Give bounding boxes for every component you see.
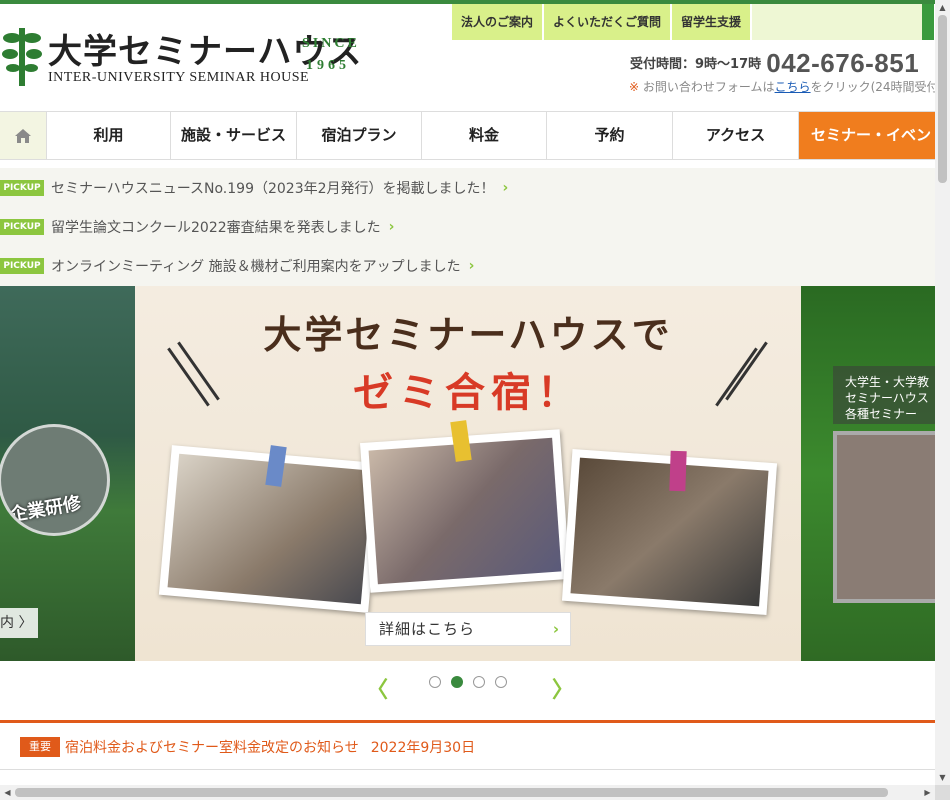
horizontal-scroll-thumb[interactable] [15,788,888,797]
slide-right-line: セミナーハウス [845,391,929,405]
contact-hours: 受付時間：9時〜17時 042-676-851 [630,48,919,79]
site-logo[interactable]: 大学セミナーハウス INTER-UNIVERSITY SEMINAR HOUSE… [0,22,370,92]
important-notice: 重要 宿泊料金およびセミナー室料金改定のお知らせ 2022年9月30日 [0,720,935,770]
tree-logo-icon [2,28,42,86]
contact-prefix: お問い合わせフォームは [642,80,775,94]
nav-facilities[interactable]: 施設・サービス [171,112,297,159]
nav-seminar-events[interactable]: セミナー・イベン [799,112,935,159]
training-photo: 企業研修 [0,424,110,536]
hero-slider: 企業研修 内 〉 大学セミナーハウスで ゼミ合宿！ 詳細はこちら › 大学生・大… [0,286,935,661]
scrollbar-corner [935,785,950,800]
pickup-item[interactable]: PICKUP 留学生論文コンクール2022審査結果を発表しました › [0,207,394,246]
vertical-scrollbar[interactable]: ▲ ▼ [935,0,950,785]
detail-button-label: 詳細はこちら [379,620,476,638]
slider-dot-active[interactable] [451,676,463,688]
pickup-text: セミナーハウスニュースNo.199（2023年2月発行）を掲載しました！ [51,180,495,197]
pickup-text: 留学生論文コンクール2022審査結果を発表しました [51,219,381,236]
pickup-text: オンラインミーティング 施設＆機材ご利用案内をアップしました [51,258,461,275]
top-links: 法人のご案内 よくいただくご質問 留学生支援 [452,4,935,40]
slide-right-line: 各種セミナー [845,407,918,421]
scroll-up-icon[interactable]: ▲ [935,0,950,15]
chevron-right-icon: › [388,218,395,235]
toplink-faq[interactable]: よくいただくご質問 [544,4,671,40]
slide-prev-preview[interactable]: 企業研修 内 〉 [0,286,135,661]
nav-stay-plans[interactable]: 宿泊プラン [297,112,422,159]
slide-right-text: 大学生・大学教 セミナーハウス 各種セミナー [833,366,935,424]
slider-dot[interactable] [429,676,441,688]
slide-headline: 大学セミナーハウスで [263,312,673,357]
pickup-badge: PICKUP [0,257,44,274]
toplink-corporation[interactable]: 法人のご案内 [452,4,543,40]
horizontal-scrollbar[interactable]: ◀ ▶ [0,785,935,800]
toplink-intl-students[interactable]: 留学生支援 [672,4,751,40]
nav-reservation[interactable]: 予約 [547,112,673,159]
slider-dot[interactable] [495,676,507,688]
nav-usage[interactable]: 利用 [47,112,171,159]
pickup-item[interactable]: PICKUP セミナーハウスニュースNo.199（2023年2月発行）を掲載しま… [0,168,508,207]
global-nav: 利用 施設・サービス 宿泊プラン 料金 予約 アクセス セミナー・イベン [0,111,935,160]
scroll-down-icon[interactable]: ▼ [935,770,950,785]
contact-note: ※ お問い合わせフォームはこちらをクリック(24時間受付 [629,78,935,95]
important-badge: 重要 [20,737,60,757]
slide-current[interactable]: 大学セミナーハウスで ゼミ合宿！ 詳細はこちら › [135,286,801,661]
slide-next-preview[interactable]: 大学生・大学教 セミナーハウス 各種セミナー [801,286,935,661]
logo-subtitle: INTER-UNIVERSITY SEMINAR HOUSE [48,70,310,85]
home-icon [15,128,31,143]
hours-label: 受付時間：9時〜17時 [630,57,762,72]
notice-title: 宿泊料金およびセミナー室料金改定のお知らせ [65,740,359,756]
slider-dot[interactable] [473,676,485,688]
phone-number[interactable]: 042-676-851 [766,48,919,78]
tape-decor [669,450,687,492]
notice-date: 2022年9月30日 [370,740,476,756]
contact-suffix: をクリック(24時間受付 [810,80,935,94]
slide-left-caption: 企業研修 [7,492,83,527]
scroll-left-icon[interactable]: ◀ [0,785,15,800]
pickup-badge: PICKUP [0,218,44,235]
logo-since: SINCE [302,36,360,51]
slider-next-arrow[interactable]: 〉 [552,672,574,704]
nav-fees[interactable]: 料金 [422,112,547,159]
chevron-right-icon: › [502,179,509,196]
slide-left-tag[interactable]: 内 〉 [0,608,38,638]
note-mark: ※ [629,80,640,94]
slide-right-line: 大学生・大学教 [845,375,930,389]
vertical-scroll-thumb[interactable] [938,15,947,183]
contact-form-link[interactable]: こちら [775,80,811,94]
slide-headline-accent: ゼミ合宿！ [353,369,583,416]
nav-access[interactable]: アクセス [673,112,799,159]
notice-link[interactable]: 宿泊料金およびセミナー室料金改定のお知らせ 2022年9月30日 [65,737,475,757]
pickup-badge: PICKUP [0,179,44,196]
pickup-item[interactable]: PICKUP オンラインミーティング 施設＆機材ご利用案内をアップしました › [0,246,474,285]
slider-prev-arrow[interactable]: 〈 [366,672,388,704]
chevron-right-icon: › [468,257,475,274]
toplink-spacer [752,4,923,40]
slide-detail-button[interactable]: 詳細はこちら › [365,612,571,646]
scroll-right-icon[interactable]: ▶ [920,785,935,800]
logo-year: 1965 [306,58,350,73]
nav-home[interactable] [0,112,47,159]
pickup-list: PICKUP セミナーハウスニュースNo.199（2023年2月発行）を掲載しま… [0,168,935,286]
chevron-right-icon: › [552,620,560,638]
seminar-photo [833,431,935,603]
toplink-green-button[interactable] [922,4,935,40]
